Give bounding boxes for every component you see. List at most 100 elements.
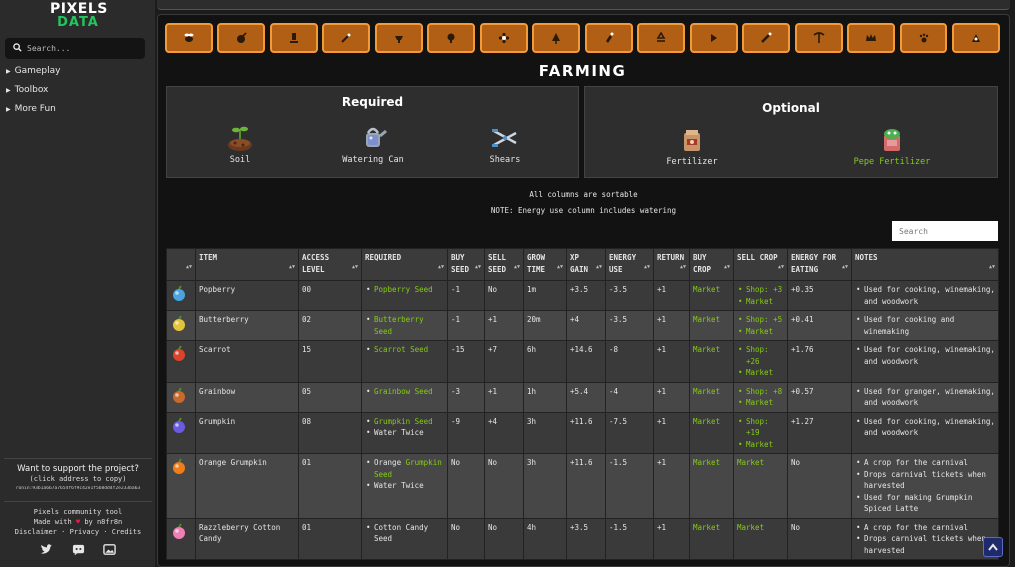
table-row[interactable]: Orange Grumpkin01Orange Grumpkin SeedWat… (166, 453, 999, 519)
scroll-to-top-button[interactable] (983, 537, 1003, 557)
nav-toolbox[interactable]: ▶ Toolbox (6, 85, 48, 95)
required-cell: Grumpkin Seed Water Twice (361, 411, 448, 454)
column-header-xp-gain[interactable]: XP GAIN ▲▼ (566, 248, 606, 281)
skill-tab-forestry[interactable] (322, 23, 371, 53)
tool-shears[interactable]: Shears (460, 123, 550, 165)
page-title: FARMING (538, 62, 627, 80)
twitter-icon[interactable] (40, 543, 53, 556)
skill-tab-pickaxe[interactable] (794, 23, 843, 53)
skill-tab-tree[interactable] (532, 23, 581, 53)
required-text[interactable]: Butterberry Seed (374, 315, 424, 336)
discord-icon[interactable] (72, 543, 85, 556)
skill-tab-paw[interactable] (899, 23, 948, 53)
nav-gameplay[interactable]: ▶ Gameplay (6, 66, 60, 76)
sidebar-search[interactable] (5, 38, 145, 59)
column-header-buy-seed[interactable]: BUY SEED ▲▼ (447, 248, 485, 281)
nav-label: More Fun (14, 104, 56, 114)
sort-icon: ▲▼ (777, 264, 784, 270)
image-icon[interactable] (103, 543, 116, 556)
item-icon-cell (166, 453, 196, 519)
required-text[interactable]: Grumpkin Seed (374, 417, 433, 426)
column-header-sell-crop[interactable]: SELL CROP ▲▼ (733, 248, 788, 281)
table-row[interactable]: Grumpkin08 Grumpkin Seed Water Twice -9+43h… (166, 411, 999, 454)
crown-icon (866, 34, 877, 41)
tool-fertilizer[interactable]: Fertilizer (647, 125, 737, 167)
tool-pepe-fertilizer[interactable]: Pepe Fertilizer (845, 125, 939, 167)
caret-right-icon: ▶ (6, 67, 11, 75)
site-logo[interactable]: PIXELS DATA (50, 2, 107, 30)
column-header-notes[interactable]: NOTES ▲▼ (851, 248, 999, 281)
sort-icon: ▲▼ (643, 264, 650, 270)
column-header-grow-time[interactable]: GROW TIME ▲▼ (523, 248, 567, 281)
skill-tab-recycle[interactable] (637, 23, 686, 53)
item-icon-cell (166, 381, 196, 413)
required-item: Cotton Candy Seed (365, 522, 444, 545)
skill-tab-mining-cart[interactable] (374, 23, 423, 53)
xp-gain: +3.5 (566, 280, 606, 311)
optional-title: Optional (762, 101, 820, 115)
sell-crop-cell: Shop: +5Market (733, 310, 788, 341)
table-row[interactable]: Scarrot15Scarrot Seed-15+76h+14.6-8+1Mar… (166, 340, 999, 383)
required-text[interactable]: Grainbow Seed (374, 387, 433, 396)
column-header-buy-crop[interactable]: BUY CROP ▲▼ (689, 248, 734, 281)
buy-crop: Market (689, 411, 734, 454)
market-link[interactable]: Market (737, 523, 764, 532)
energy-for-eating: +0.35 (787, 280, 852, 311)
skill-tab-woodwork[interactable] (427, 23, 476, 53)
column-header-label: SELL SEED (488, 253, 507, 274)
skill-tab-stone[interactable] (689, 23, 738, 53)
column-header-access-level[interactable]: ACCESS LEVEL ▲▼ (298, 248, 362, 281)
shears-icon (490, 123, 520, 153)
soil-icon (225, 123, 255, 153)
required-item: Grainbow Seed (365, 386, 444, 398)
buy-seed: -9 (447, 411, 485, 454)
column-header-required[interactable]: REQUIRED ▲▼ (361, 248, 448, 281)
skill-tab-animal-care[interactable] (217, 23, 266, 53)
privacy-link[interactable]: Privacy (70, 528, 100, 536)
skill-tab-crown[interactable] (847, 23, 895, 53)
column-header-icon[interactable]: ▲▼ (166, 248, 196, 281)
column-header-return[interactable]: RETURN ▲▼ (653, 248, 690, 281)
wallet-address[interactable]: ronin:93b1a667a7654f6f9c42e1f5b8dd4f2e23… (4, 486, 152, 491)
note-item: Used for cooking, winemaking, and woodwo… (855, 344, 995, 367)
note-item: A crop for the carnival (855, 457, 995, 469)
energy-for-eating: No (787, 453, 852, 519)
column-header-item[interactable]: ITEM ▲▼ (195, 248, 299, 281)
skill-tab-cooking[interactable] (269, 23, 318, 53)
market-link[interactable]: Market (737, 458, 764, 467)
made-with-line: Made with ♥ by n8fr8n (4, 517, 152, 527)
column-header-energy-use[interactable]: ENERGY USE ▲▼ (605, 248, 654, 281)
energy-for-eating: No (787, 517, 852, 560)
note-item: Used for granger, winemaking, and woodwo… (855, 386, 995, 409)
table-row[interactable]: Grainbow05Grainbow Seed-3+11h+5.4-4+1Mar… (166, 381, 999, 413)
tool-soil[interactable]: Soil (195, 123, 285, 165)
buy-crop: Market (689, 453, 734, 519)
orange-grumpkin-icon (173, 458, 185, 474)
access-level: 01 (298, 453, 362, 519)
nav-more-fun[interactable]: ▶ More Fun (6, 104, 56, 114)
credits-link[interactable]: Credits (112, 528, 142, 536)
sort-icon: ▲▼ (288, 264, 295, 270)
required-text[interactable]: Scarrot Seed (374, 345, 428, 354)
skill-tab-bee[interactable] (165, 23, 213, 53)
tool-watering-can[interactable]: Watering Can (328, 123, 418, 165)
disclaimer-link[interactable]: Disclaimer (15, 528, 57, 536)
table-row[interactable]: Razzleberry Cotton Candy01 Cotton Candy S… (166, 517, 999, 560)
column-header-sell-seed[interactable]: SELL SEED ▲▼ (484, 248, 524, 281)
table-row[interactable]: Popberry00Popberry Seed-1No1m+3.5-3.5+1M… (166, 280, 999, 311)
sidebar-search-input[interactable] (27, 44, 137, 53)
sell-seed: No (484, 517, 524, 560)
skill-tab-metalwork[interactable] (742, 23, 791, 53)
sell-crop-cell: Shop: +19Market (733, 411, 788, 454)
required-text[interactable]: Popberry Seed (374, 285, 433, 294)
energy-use: -7.5 (605, 411, 654, 454)
table-search-input[interactable] (892, 221, 998, 241)
energy-for-eating: +0.41 (787, 310, 852, 341)
table-row[interactable]: Butterberry02Butterberry Seed-1+120m+4-3… (166, 310, 999, 341)
skill-tab-flower[interactable] (479, 23, 528, 53)
column-header-energy-for-eating[interactable]: ENERGY FOR EATING ▲▼ (787, 248, 852, 281)
notes-cell: Used for cooking and winemaking (851, 310, 999, 341)
required-item: Orange Grumpkin Seed (365, 457, 444, 480)
skill-tab-exploration[interactable] (952, 23, 1000, 53)
skill-tab-crafting[interactable] (584, 23, 633, 53)
